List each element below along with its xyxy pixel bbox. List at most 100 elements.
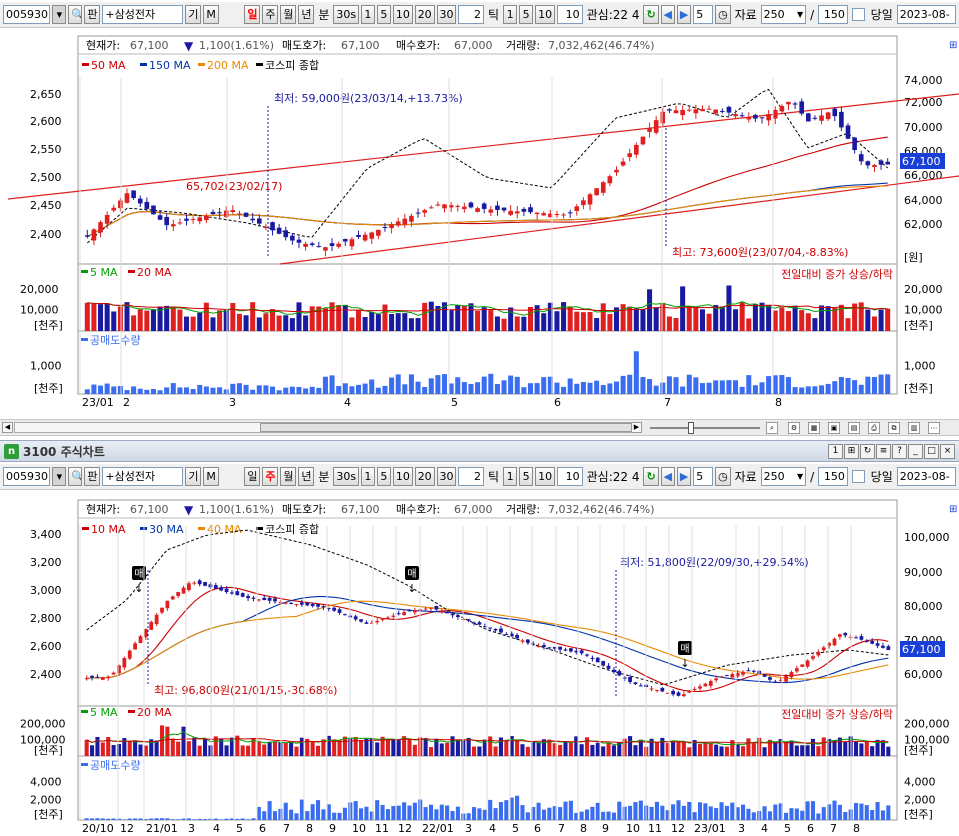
copy-icon[interactable]: ⧉ [888,422,900,434]
scroll-right-icon[interactable]: ▶ [631,422,642,433]
refresh-icon[interactable]: ↻ [643,467,659,486]
min-1-button-2[interactable]: 1 [360,467,375,486]
data-count-select[interactable]: 250 ▼ [760,5,807,24]
zoom-slider-handle[interactable] [688,422,694,434]
min-10-button[interactable]: 10 [392,5,413,24]
x-axis-tick: 23/01 [694,822,726,835]
m-button[interactable]: M [203,5,219,24]
date-input-2[interactable]: 2023-08- [896,467,957,486]
more-icon[interactable]: ⋯ [928,422,940,434]
scroll-track[interactable] [14,422,642,433]
period-sec-button-2[interactable]: 30s [333,467,359,486]
period-day-button[interactable]: 일 [244,5,261,24]
period-day-button-2[interactable]: 일 [244,467,261,486]
help-button[interactable]: ? [892,443,907,459]
min-20-button[interactable]: 20 [414,5,435,24]
data-count-select-2[interactable]: 250 ▼ [760,467,807,486]
min-5-button-2[interactable]: 5 [376,467,391,486]
tick-10-button[interactable]: 10 [535,5,555,24]
period-week-button[interactable]: 주 [262,5,279,24]
next-icon[interactable]: ▶ [676,5,692,24]
settings-icon[interactable]: ⚙ [788,422,800,434]
legend-swatch [81,270,88,273]
tick-5-button-2[interactable]: 5 [519,467,534,486]
next-icon[interactable]: ▶ [676,467,692,486]
period-year-button[interactable]: 년 [298,5,315,24]
candle-body [845,125,851,139]
refresh-icon[interactable]: ↻ [643,5,659,24]
stock-name-input-2[interactable]: +삼성전자 [102,467,184,486]
step-input-2[interactable]: 5 [693,467,714,486]
short-selling-bar [482,809,487,820]
short-selling-bar [594,380,600,394]
period-sec-button[interactable]: 30s [333,5,359,24]
period-month-button[interactable]: 월 [280,5,297,24]
min-5-button[interactable]: 5 [376,5,391,24]
prev-icon[interactable]: ◀ [660,5,675,24]
tick-5-button[interactable]: 5 [519,5,534,24]
volume-bar [262,744,267,756]
short-selling-bar [741,804,746,820]
grid-icon[interactable]: ▦ [808,422,820,434]
today-checkbox-2[interactable] [851,470,865,483]
period-week-button-2[interactable]: 주 [262,467,279,486]
prev-icon[interactable]: ◀ [660,467,675,486]
dropdown-button-2[interactable]: ▾ [52,467,67,486]
clock-icon[interactable]: ◷ [715,5,731,24]
min-30-button-2[interactable]: 30 [436,467,457,486]
search-label-button-2[interactable]: 판 [84,467,101,486]
date-input[interactable]: 2023-08- [896,5,957,24]
tick-last-input-2[interactable]: 10 [556,467,583,486]
step-input[interactable]: 5 [693,5,714,24]
zoom-icon[interactable]: ⌕ [766,422,778,434]
candle-body [90,675,94,678]
m-button-2[interactable]: M [203,467,219,486]
search-label-button[interactable]: 판 [84,5,101,24]
tick-1-button-2[interactable]: 1 [503,467,518,486]
minimize-button[interactable]: _ [908,443,923,459]
tick-input-2[interactable]: 2 [458,467,485,486]
min-30-button[interactable]: 30 [436,5,457,24]
min-1-button[interactable]: 1 [360,5,375,24]
close-button[interactable]: × [940,443,955,459]
search-icon[interactable]: 🔍 [68,5,83,24]
save-icon[interactable]: ▥ [908,422,920,434]
tick-1-button[interactable]: 1 [503,5,518,24]
min-20-button-2[interactable]: 20 [414,467,435,486]
total-count-input-2[interactable]: 150 [818,467,848,486]
dropdown-button[interactable]: ▾ [52,5,67,24]
chart-icon[interactable]: ▤ [848,422,860,434]
tick-10-button-2[interactable]: 10 [535,467,555,486]
tick-input[interactable]: 2 [458,5,485,24]
tick-last-input[interactable]: 10 [556,5,583,24]
scroll-thumb[interactable] [260,423,640,432]
window-number-button[interactable]: 1 [828,443,843,459]
stock-name-input[interactable]: +삼성전자 [102,5,184,24]
maximize-button[interactable]: □ [924,443,939,459]
right-axis-tick: 70,000 [904,121,943,134]
window-menu-button[interactable]: ≡ [876,443,891,459]
today-checkbox[interactable] [851,8,865,21]
gi-button-2[interactable]: 기 [185,467,202,486]
gi-button[interactable]: 기 [185,5,202,24]
period-year-button-2[interactable]: 년 [298,467,315,486]
weekly-candlestick-chart[interactable]: ⊞ 현재가: 67,100 ▼ 1,100(1.61%) 매도호가: 67,100 매수호가:… [0,28,959,420]
total-count-input[interactable]: 150 [818,5,848,24]
zoom-track[interactable] [650,427,760,429]
scroll-left-icon[interactable]: ◀ [2,422,13,433]
short-selling-bar [154,818,159,820]
long-term-candlestick-chart[interactable]: ⊞ 현재가: 67,100 ▼ 1,100(1.61%) 매도호가: 67,100 매수호가:… [0,490,959,836]
image-icon[interactable]: ▣ [828,422,840,434]
search-icon[interactable]: 🔍 [68,467,83,486]
window-refresh-button[interactable]: ↻ [860,443,875,459]
stock-code-input-2[interactable]: 005930 [3,467,51,486]
window-grid-button[interactable]: ⊞ [844,443,859,459]
min-10-button-2[interactable]: 10 [392,467,413,486]
clock-icon[interactable]: ◷ [715,467,731,486]
volume-bar [541,739,547,756]
period-month-button-2[interactable]: 월 [280,467,297,486]
print-icon[interactable]: ⎙ [868,422,880,434]
stock-code-input[interactable]: 005930 [3,5,51,24]
chart-scrollbar[interactable]: ◀ ▶ ⌕ ⚙ ▦ ▣ ▤ ⎙ ⧉ ▥ ⋯ [0,419,959,436]
candle-body [283,602,288,604]
